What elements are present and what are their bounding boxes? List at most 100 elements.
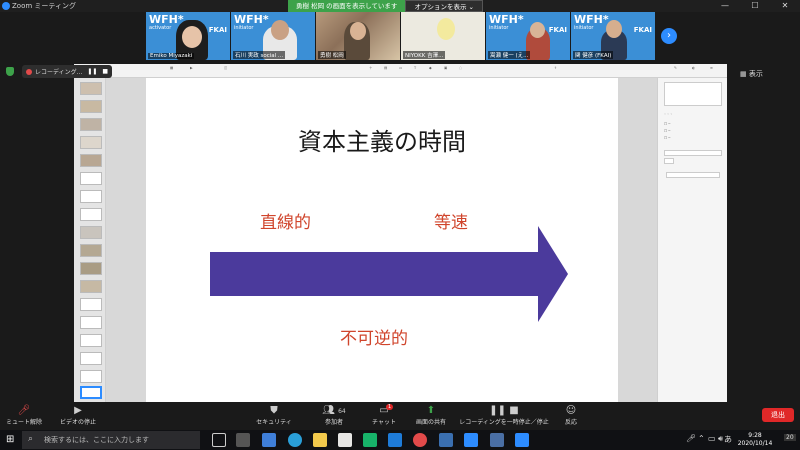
slide-layout-preview[interactable] <box>664 82 722 106</box>
slide-thumbnail[interactable] <box>80 226 102 239</box>
taskbar-app-icon[interactable] <box>388 433 402 447</box>
keynote-tool-icon[interactable]: ▤ <box>384 66 387 70</box>
taskbar-clock[interactable]: 9:28 2020/10/14 <box>730 432 780 448</box>
close-icon[interactable]: ✕ <box>770 0 800 12</box>
slide-thumbnail[interactable] <box>80 298 102 311</box>
edge-icon[interactable] <box>288 433 302 447</box>
keynote-tool-icon[interactable]: ▭ <box>399 66 402 70</box>
slide-thumbnail[interactable] <box>80 208 102 221</box>
recording-control-button[interactable]: ❚❚ ■ レコーディングを一時停止／停止 <box>456 404 552 426</box>
file-explorer-icon[interactable] <box>313 433 327 447</box>
keynote-tool-icon[interactable]: ＋ <box>369 66 373 71</box>
encryption-shield-icon[interactable] <box>6 67 14 76</box>
slide-thumbnail[interactable] <box>80 280 102 293</box>
maximize-icon[interactable]: ☐ <box>740 0 770 12</box>
stop-video-button[interactable]: ▶ ビデオの停止 <box>46 404 110 426</box>
edit-master-button[interactable] <box>666 172 720 178</box>
keynote-tool-icon[interactable]: ≡ <box>710 66 713 70</box>
keynote-tool-icon[interactable]: ✎ <box>674 66 677 70</box>
task-view-icon[interactable] <box>212 433 226 447</box>
keynote-tool-icon[interactable]: ◐ <box>692 66 695 70</box>
slide-thumbnail[interactable] <box>80 334 102 347</box>
format-inspector: ◦ ◦ ◦ ☐ ─ ☐ ─ ☐ ─ <box>657 78 727 402</box>
chrome-icon[interactable] <box>413 433 427 447</box>
share-screen-button[interactable]: ⬆ 画面の共有 <box>401 404 461 426</box>
participant-tile[interactable]: WFH* activator FKAI Emiko Miyazaki <box>146 12 230 60</box>
slide-thumbnail[interactable] <box>80 100 102 113</box>
keynote-tool-icon[interactable]: T <box>414 66 416 70</box>
recording-control-label: レコーディングを一時停止／停止 <box>459 419 549 426</box>
tile-tag: FKAI <box>548 26 567 34</box>
volume-icon[interactable]: 🔊︎ <box>718 434 723 444</box>
slide-thumbnail[interactable] <box>80 370 102 383</box>
slide-thumbnail[interactable] <box>80 190 102 203</box>
leave-meeting-button[interactable]: 退出 <box>762 408 794 422</box>
participant-tile[interactable]: WFH* initiator FKAI 嵩瀬 健一 (え... <box>486 12 570 60</box>
chat-unread-badge: 1 <box>386 404 394 410</box>
taskbar-app-icon[interactable] <box>490 433 504 447</box>
search-icon: ⌕ <box>28 434 34 444</box>
windows-taskbar: ⊞ 検索するには、ここに入力します ⌕ 🎤︎ ⌃ ▭ 🔊︎ あ 9:28 202… <box>0 430 800 450</box>
taskbar-app-icon[interactable] <box>363 433 377 447</box>
color-well[interactable] <box>664 158 674 164</box>
participant-tile[interactable]: WFH* initiator 石川 実政 social ... <box>231 12 315 60</box>
taskbar-app-icon[interactable] <box>236 433 250 447</box>
mic-tray-icon[interactable]: 🎤︎ <box>686 434 696 443</box>
slide-thumbnail-selected[interactable] <box>80 386 102 399</box>
inspector-label: ☐ ─ <box>664 122 671 126</box>
keynote-tool-icon[interactable]: ◆ <box>429 66 432 70</box>
shared-screen: ▦ ▶ ◫ ＋ ▤ ▭ T ◆ ▣ ◌ ⇪ ✎ ◐ ≡ 資本主義の時間 直線的 … <box>0 62 800 402</box>
windows-start-icon[interactable]: ⊞ <box>6 434 18 446</box>
view-button[interactable]: ▦ 表示 <box>740 69 763 79</box>
taskbar-app-icon[interactable] <box>338 433 352 447</box>
zoom-taskbar-icon[interactable] <box>515 433 529 447</box>
slide-thumbnail[interactable] <box>80 136 102 149</box>
slide-thumbnail[interactable] <box>80 316 102 329</box>
keynote-tool-icon[interactable]: ⇪ <box>554 66 557 70</box>
chevron-up-icon[interactable]: ⌃ <box>698 434 705 443</box>
participant-face <box>530 22 545 38</box>
keynote-tool-icon[interactable]: ▦ <box>170 66 173 70</box>
taskbar-app-icon[interactable] <box>439 433 453 447</box>
slide-thumbnail[interactable] <box>80 262 102 275</box>
next-page-arrow-icon[interactable]: › <box>661 28 677 44</box>
participant-tile[interactable]: WFH* initiator FKAI 関 健彦 (FKAI) <box>571 12 655 60</box>
view-grid-icon: ▦ <box>740 70 749 78</box>
slide-thumbnail[interactable] <box>80 244 102 257</box>
mail-icon[interactable] <box>464 433 478 447</box>
share-screen-label: 画面の共有 <box>415 419 446 426</box>
pause-recording-icon[interactable]: ❚❚ <box>87 68 97 75</box>
participant-tile[interactable]: NIYOKK 吉澤... <box>401 12 485 60</box>
keynote-tool-icon[interactable]: ▣ <box>444 66 447 70</box>
share-status-label: 勇樹 松岡 の画面を表示しています <box>288 0 406 12</box>
participant-name: NIYOKK 吉澤... <box>403 51 446 59</box>
slide-thumbnail[interactable] <box>80 154 102 167</box>
current-slide[interactable]: 資本主義の時間 直線的 等速 不可逆的 <box>146 78 618 402</box>
share-screen-icon: ⬆ <box>426 405 436 416</box>
participant-name: Emiko Miyazaki <box>148 53 195 59</box>
clock-time: 9:28 <box>748 432 762 439</box>
notification-center-icon[interactable]: 20 <box>784 434 796 441</box>
outlook-icon[interactable] <box>262 433 276 447</box>
participant-tile[interactable]: 勇樹 松岡 <box>316 12 400 60</box>
tile-tag: FKAI <box>633 26 652 34</box>
slide-thumbnail[interactable] <box>80 172 102 185</box>
keynote-tool-icon[interactable]: ◫ <box>224 66 227 70</box>
reactions-button[interactable]: ☺ 反応 <box>541 404 601 426</box>
keynote-tool-icon[interactable]: ◌ <box>459 66 462 70</box>
keynote-tool-icon[interactable]: ▶ <box>190 66 193 70</box>
slide-thumbnail[interactable] <box>80 82 102 95</box>
taskbar-search-input[interactable]: 検索するには、ここに入力します <box>22 431 200 449</box>
stop-video-label: ビデオの停止 <box>59 419 96 426</box>
keynote-window: ▦ ▶ ◫ ＋ ▤ ▭ T ◆ ▣ ◌ ⇪ ✎ ◐ ≡ 資本主義の時間 直線的 … <box>74 64 727 402</box>
security-button[interactable]: ⛊ セキュリティ <box>244 404 304 426</box>
network-icon[interactable]: ▭ <box>708 434 716 443</box>
stop-recording-icon[interactable]: ■ <box>102 68 108 75</box>
minimize-icon[interactable]: — <box>710 0 740 12</box>
slide-thumbnail[interactable] <box>80 352 102 365</box>
reactions-label: 反応 <box>564 419 577 426</box>
background-fill-select[interactable] <box>664 150 722 156</box>
participant-name: 関 健彦 (FKAI) <box>573 51 614 59</box>
view-options-button[interactable]: オプションを表示 ⌄ <box>405 0 483 12</box>
slide-thumbnail[interactable] <box>80 118 102 131</box>
